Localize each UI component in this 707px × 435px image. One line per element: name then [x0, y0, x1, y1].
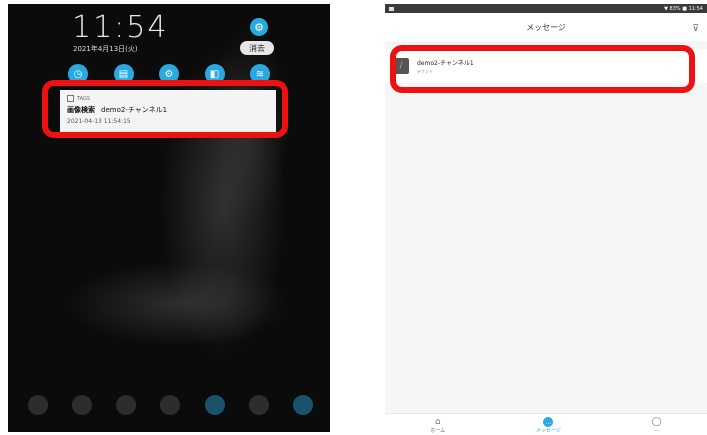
filter-icon[interactable]: ⊽ — [692, 24, 699, 34]
dock-app-icon[interactable] — [72, 395, 93, 415]
highlight-box — [42, 80, 288, 138]
dock-app-icon[interactable] — [248, 395, 269, 415]
dock-app-icon[interactable] — [204, 395, 225, 415]
dock-app-icon[interactable] — [292, 395, 313, 415]
profile-icon: ◯ — [651, 417, 662, 427]
notification-icon — [389, 6, 394, 11]
nav-home-label: ホーム — [430, 428, 446, 434]
page-title: メッセージ — [526, 23, 566, 32]
nav-messages-label: メッセージ — [535, 428, 561, 434]
app-header: メッセージ ⊽ — [385, 13, 707, 43]
lock-screen: 11:54 2021年4月13日(火) ⚙ 消去 ◷ ▤ ⚙ ◧ ≋ TAGS … — [8, 4, 330, 432]
clear-notifications-button[interactable]: 消去 — [240, 41, 274, 55]
nav-profile-label: … — [654, 427, 660, 433]
home-icon: ⌂ — [434, 417, 441, 427]
status-info: ▼ 83% ■ 11:54 — [664, 5, 703, 12]
nav-profile[interactable]: ◯ … — [652, 417, 662, 433]
bottom-navigation: ⌂ ホーム … メッセージ ◯ … — [385, 413, 707, 435]
dock-app-icon[interactable] — [160, 395, 181, 415]
highlight-box — [390, 45, 695, 93]
screenshot-comparison: 11:54 2021年4月13日(火) ⚙ 消去 ◷ ▤ ⚙ ◧ ≋ TAGS … — [0, 0, 707, 435]
nav-home[interactable]: ⌂ ホーム — [430, 417, 445, 434]
status-bar: ▼ 83% ■ 11:54 — [385, 4, 707, 13]
dock — [28, 394, 313, 416]
clock: 11:54 — [72, 10, 169, 45]
settings-gear-icon[interactable]: ⚙ — [250, 18, 268, 36]
date: 2021年4月13日(火) — [73, 45, 138, 53]
dock-app-icon[interactable] — [28, 395, 48, 415]
dock-app-icon[interactable] — [116, 395, 137, 415]
nav-messages[interactable]: … メッセージ — [536, 417, 561, 434]
message-icon: … — [543, 417, 554, 427]
